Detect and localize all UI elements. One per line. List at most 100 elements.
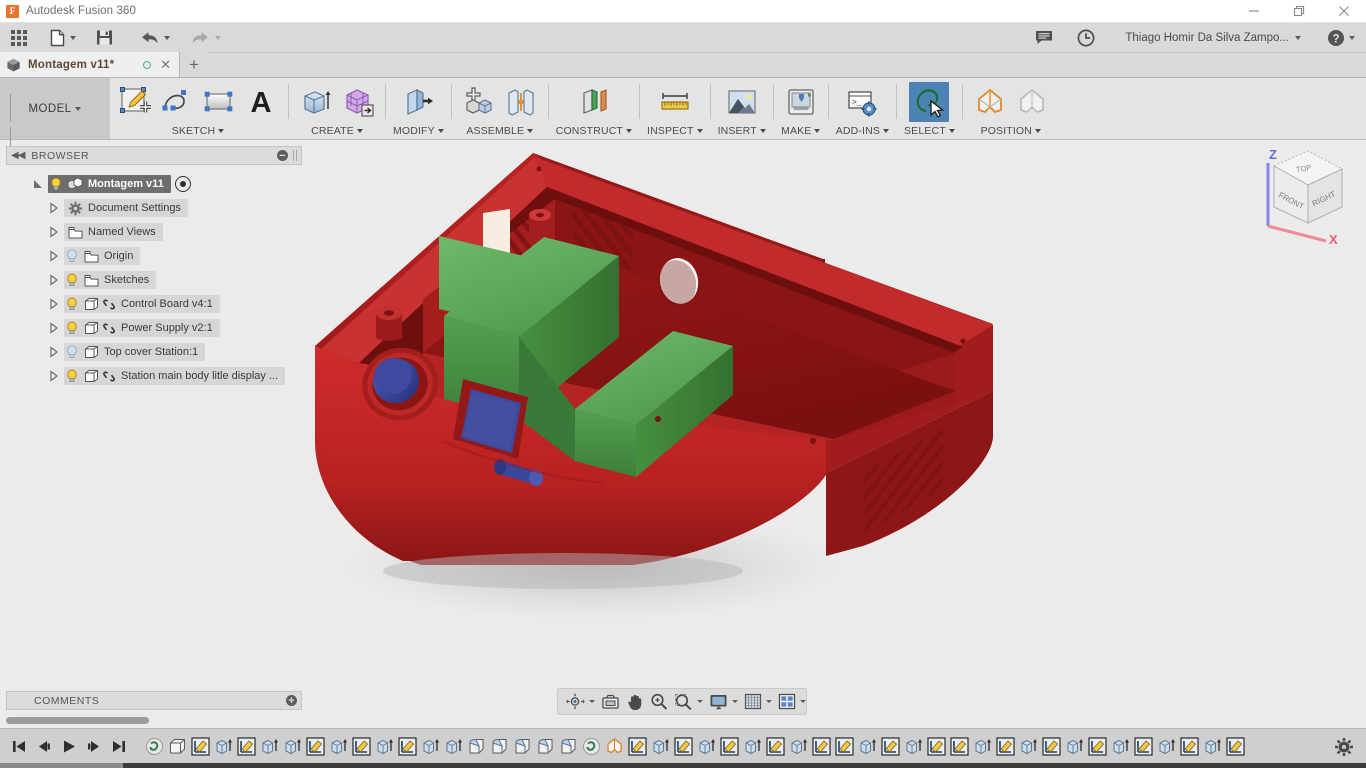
tree-row-station-main-body[interactable]: Station main body litle display ... bbox=[6, 364, 302, 388]
view-cube[interactable]: Z X TOP FRONT RIGHT bbox=[1246, 141, 1356, 246]
expand-arrow-icon[interactable] bbox=[44, 346, 64, 358]
tree-row-montagem[interactable]: Montagem v11 bbox=[6, 172, 302, 196]
timeline-feature-extrude-icon[interactable] bbox=[373, 733, 396, 759]
timeline-feature-extrude-icon[interactable] bbox=[258, 733, 281, 759]
minimize-button[interactable] bbox=[1231, 0, 1276, 23]
expand-arrow-icon[interactable] bbox=[44, 370, 64, 382]
timeline-feature-sketch-icon[interactable] bbox=[626, 733, 649, 759]
timeline-feature-extrude-icon[interactable] bbox=[281, 733, 304, 759]
visibility-bulb-icon[interactable] bbox=[64, 319, 80, 337]
activate-component-radio[interactable] bbox=[174, 176, 191, 192]
close-tab-icon[interactable]: ✕ bbox=[160, 58, 171, 71]
timeline-feature-extrude-icon[interactable] bbox=[1155, 733, 1178, 759]
grid-snaps-button[interactable] bbox=[741, 690, 775, 713]
ribbon-group-label[interactable]: CONSTRUCT bbox=[556, 122, 632, 139]
timeline-feature-sketch-icon[interactable] bbox=[718, 733, 741, 759]
tree-row-origin[interactable]: Origin bbox=[6, 244, 302, 268]
look-at-button[interactable] bbox=[598, 690, 623, 713]
tree-row-power-supply[interactable]: Power Supply v2:1 bbox=[6, 316, 302, 340]
timeline-feature-sketch-icon[interactable] bbox=[1132, 733, 1155, 759]
timeline-feature-sketch-icon[interactable] bbox=[1086, 733, 1109, 759]
ribbon-group-label[interactable]: SELECT bbox=[904, 122, 955, 139]
timeline-feature-position-icon[interactable] bbox=[603, 733, 626, 759]
close-button[interactable] bbox=[1321, 0, 1366, 23]
timeline-feature-extrude-icon[interactable] bbox=[1109, 733, 1132, 759]
workspace-switcher-button[interactable]: MODEL bbox=[0, 78, 110, 155]
timeline-feature-sketch-icon[interactable] bbox=[833, 733, 856, 759]
timeline-feature-extrude-icon[interactable] bbox=[419, 733, 442, 759]
press-pull-tool[interactable] bbox=[398, 82, 438, 122]
ribbon-group-label[interactable]: MODIFY bbox=[393, 122, 444, 139]
offset-plane-tool[interactable] bbox=[574, 82, 614, 122]
new-tab-button[interactable]: + bbox=[180, 52, 208, 77]
browser-horizontal-scrollbar[interactable] bbox=[6, 717, 302, 724]
tree-row-named-views[interactable]: Named Views bbox=[6, 220, 302, 244]
ribbon-group-label[interactable]: SKETCH bbox=[172, 122, 225, 139]
expand-arrow-icon[interactable] bbox=[44, 226, 64, 238]
pan-button[interactable] bbox=[623, 690, 647, 713]
tree-item-chip[interactable]: Montagem v11 bbox=[48, 175, 171, 193]
timeline-feature-extrude-icon[interactable] bbox=[741, 733, 764, 759]
spline-tool[interactable] bbox=[157, 82, 197, 122]
timeline-feature-sketch-icon[interactable] bbox=[925, 733, 948, 759]
timeline-feature-extrude-icon[interactable] bbox=[327, 733, 350, 759]
scripts-and-addins-tool[interactable]: >_ bbox=[842, 82, 882, 122]
minus-circle-icon[interactable]: − bbox=[277, 150, 288, 161]
timeline-feature-sketch-icon[interactable] bbox=[1224, 733, 1247, 759]
timeline-feature-sketch-icon[interactable] bbox=[994, 733, 1017, 759]
tree-item-chip[interactable]: Control Board v4:1 bbox=[64, 295, 220, 313]
expand-arrow-icon[interactable] bbox=[44, 250, 64, 262]
ribbon-group-label[interactable]: CREATE bbox=[311, 122, 363, 139]
document-tab-montagem[interactable]: Montagem v11* ✕ bbox=[0, 52, 180, 77]
timeline-feature-sketch-icon[interactable] bbox=[1040, 733, 1063, 759]
tree-row-sketches[interactable]: Sketches bbox=[6, 268, 302, 292]
timeline-feature-body-icon[interactable] bbox=[166, 733, 189, 759]
tree-item-chip[interactable]: Sketches bbox=[64, 271, 157, 289]
timeline-step-forward-button[interactable] bbox=[83, 733, 105, 759]
expand-arrow-icon[interactable] bbox=[28, 178, 48, 190]
tree-item-chip[interactable]: Power Supply v2:1 bbox=[64, 319, 220, 337]
timeline-feature-extrude-icon[interactable] bbox=[1201, 733, 1224, 759]
timeline-feature-extrude-icon[interactable] bbox=[1063, 733, 1086, 759]
timeline-feature-joint-icon[interactable] bbox=[143, 733, 166, 759]
expand-arrow-icon[interactable] bbox=[44, 274, 64, 286]
visibility-bulb-icon[interactable] bbox=[64, 367, 80, 385]
redo-button[interactable] bbox=[185, 24, 226, 52]
timeline-go-end-button[interactable] bbox=[108, 733, 130, 759]
ribbon-group-label[interactable]: INSERT bbox=[718, 122, 766, 139]
timeline-feature-fillet-icon[interactable] bbox=[488, 733, 511, 759]
file-menu-button[interactable] bbox=[44, 24, 81, 52]
tree-row-top-cover[interactable]: Top cover Station:1 bbox=[6, 340, 302, 364]
timeline-feature-joint-icon[interactable] bbox=[580, 733, 603, 759]
ribbon-group-label[interactable]: POSITION bbox=[981, 122, 1041, 139]
timeline-feature-sketch-icon[interactable] bbox=[948, 733, 971, 759]
visibility-bulb-icon[interactable] bbox=[64, 343, 80, 361]
timeline-play-button[interactable] bbox=[58, 733, 80, 759]
tree-item-chip[interactable]: Named Views bbox=[64, 223, 163, 241]
ribbon-group-label[interactable]: INSPECT bbox=[647, 122, 703, 139]
help-button[interactable]: ? bbox=[1322, 24, 1360, 52]
timeline-feature-extrude-icon[interactable] bbox=[1017, 733, 1040, 759]
timeline-feature-extrude-icon[interactable] bbox=[442, 733, 465, 759]
timeline-step-back-button[interactable] bbox=[33, 733, 55, 759]
visibility-bulb-icon[interactable] bbox=[64, 295, 80, 313]
create-sketch-tool[interactable] bbox=[115, 82, 155, 122]
timeline-feature-extrude-icon[interactable] bbox=[649, 733, 672, 759]
display-settings-button[interactable] bbox=[706, 690, 741, 713]
tree-item-chip[interactable]: Document Settings bbox=[64, 199, 188, 217]
timeline-feature-fillet-icon[interactable] bbox=[557, 733, 580, 759]
extrude-tool[interactable] bbox=[296, 82, 336, 122]
undo-button[interactable] bbox=[134, 24, 175, 52]
rectangle-tool[interactable] bbox=[199, 82, 239, 122]
timeline-feature-sketch-icon[interactable] bbox=[672, 733, 695, 759]
text-tool[interactable]: A bbox=[241, 82, 281, 122]
tree-item-chip[interactable]: Top cover Station:1 bbox=[64, 343, 206, 361]
tree-row-control-board[interactable]: Control Board v4:1 bbox=[6, 292, 302, 316]
viewports-button[interactable] bbox=[775, 690, 809, 713]
timeline-feature-sketch-icon[interactable] bbox=[810, 733, 833, 759]
ribbon-group-label[interactable]: MAKE bbox=[781, 122, 821, 139]
double-chevron-left-icon[interactable]: ◀◀ bbox=[11, 150, 25, 161]
visibility-bulb-icon[interactable] bbox=[64, 271, 80, 289]
timeline-feature-extrude-icon[interactable] bbox=[902, 733, 925, 759]
new-component-tool[interactable] bbox=[459, 82, 499, 122]
